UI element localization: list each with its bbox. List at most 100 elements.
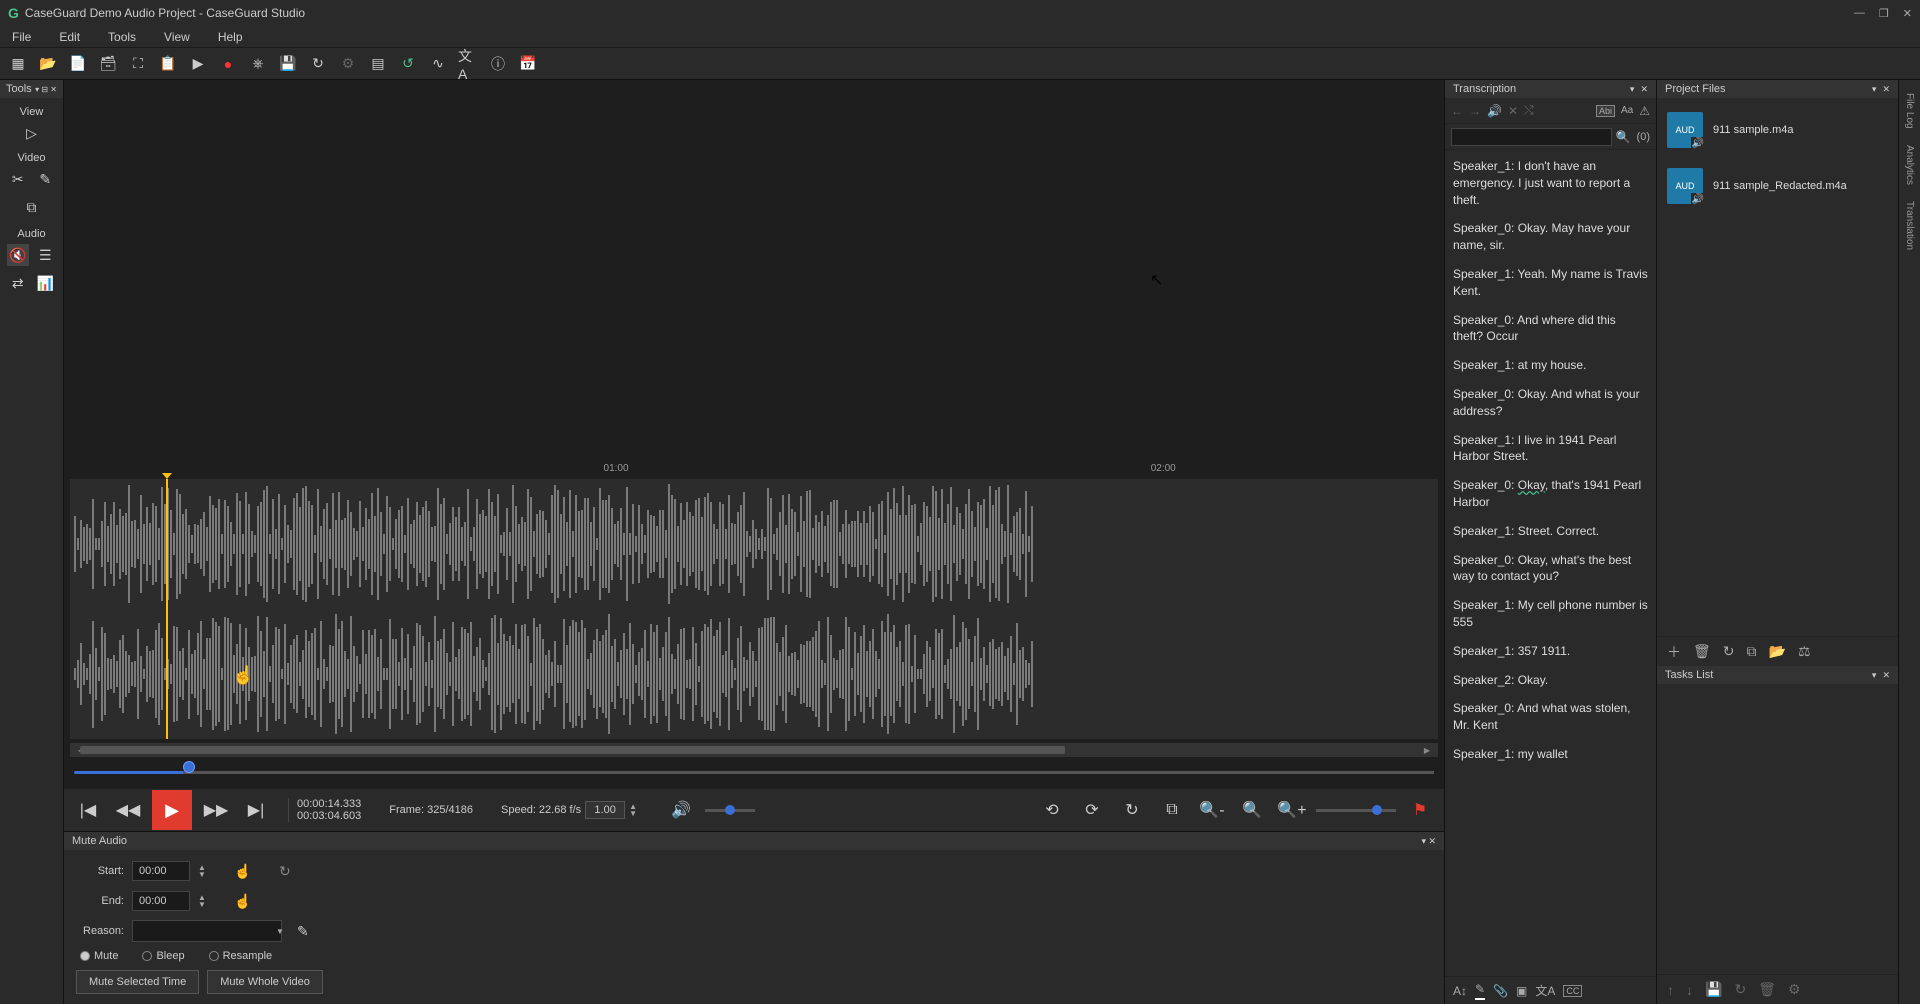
- files-dropdown-icon[interactable]: ▾: [1872, 84, 1877, 95]
- transcription-entry[interactable]: Speaker_1: my wallet: [1453, 746, 1648, 763]
- open-folder-icon[interactable]: 📂: [1769, 643, 1786, 660]
- end-spinner[interactable]: ▲▼: [198, 894, 206, 908]
- rail-translation[interactable]: Translation: [1903, 196, 1916, 255]
- chart-tool-icon[interactable]: 📊: [34, 272, 56, 294]
- minimize-button[interactable]: —: [1854, 7, 1865, 20]
- play-circle-icon[interactable]: ▶: [188, 54, 208, 74]
- task-save-icon[interactable]: 💾: [1705, 981, 1722, 998]
- start-time-input[interactable]: [132, 861, 190, 881]
- record-icon[interactable]: ●: [218, 54, 238, 74]
- cut-tool-icon[interactable]: ✂: [7, 168, 29, 190]
- tasks-dropdown-icon[interactable]: ▾: [1872, 670, 1877, 681]
- radio-resample[interactable]: Resample: [209, 950, 273, 962]
- archive-icon[interactable]: 🗃: [98, 54, 118, 74]
- calendar-icon[interactable]: 📅: [518, 54, 538, 74]
- translate-icon[interactable]: 文A: [458, 54, 478, 74]
- flag-icon[interactable]: ⚑: [1404, 794, 1436, 826]
- font-case-icon[interactable]: Aa: [1621, 105, 1633, 116]
- task-history-icon[interactable]: ↻: [1734, 981, 1746, 998]
- nav-fwd-icon[interactable]: ⟳: [1076, 794, 1108, 826]
- step-forward-button[interactable]: ▶▶: [200, 794, 232, 826]
- seek-slider[interactable]: [74, 765, 1434, 781]
- nav-back-icon[interactable]: ⟲: [1036, 794, 1068, 826]
- menu-view[interactable]: View: [164, 30, 190, 44]
- start-pointer-icon[interactable]: ☝: [232, 860, 254, 882]
- copy-file-icon[interactable]: ⧉: [1747, 643, 1757, 660]
- trans-shuffle-icon[interactable]: ⤭: [1524, 103, 1534, 118]
- trans-back-icon[interactable]: ←: [1451, 104, 1463, 118]
- tools-panel-header[interactable]: Tools ▾ ⊟ ✕: [0, 80, 63, 98]
- footer-pin-icon[interactable]: ▣: [1516, 984, 1527, 998]
- open-folder-icon[interactable]: 📂: [38, 54, 58, 74]
- timeline-ruler[interactable]: 01:00 02:00: [70, 463, 1438, 479]
- file-item[interactable]: AUD🔊911 sample_Redacted.m4a: [1661, 158, 1894, 214]
- rail-file-log[interactable]: File Log: [1903, 88, 1916, 134]
- abc-icon[interactable]: Abi: [1596, 105, 1615, 117]
- mute-whole-button[interactable]: Mute Whole Video: [207, 970, 323, 994]
- transcription-search-input[interactable]: [1451, 128, 1612, 146]
- disk-icon[interactable]: 💾: [278, 54, 298, 74]
- equalizer-tool-icon[interactable]: ☰: [34, 244, 56, 266]
- transcription-entry[interactable]: Speaker_0: Okay. May have your name, sir…: [1453, 220, 1648, 254]
- collapse-icon[interactable]: ▾ ⊟ ✕: [35, 85, 57, 94]
- scroll-thumb[interactable]: [80, 746, 1065, 754]
- document-icon[interactable]: ▤: [368, 54, 388, 74]
- brush-tool-icon[interactable]: ✎: [34, 168, 56, 190]
- speed-spinner[interactable]: ▲▼: [629, 803, 637, 817]
- tasks-close-icon[interactable]: ✕: [1882, 670, 1890, 681]
- transcription-entry[interactable]: Speaker_0: And what was stolen, Mr. Kent: [1453, 700, 1648, 734]
- footer-attach-icon[interactable]: 📎: [1493, 984, 1508, 998]
- swap-tool-icon[interactable]: ⇄: [7, 272, 29, 294]
- files-close-icon[interactable]: ✕: [1882, 84, 1890, 95]
- start-reload-icon[interactable]: ↻: [274, 860, 296, 882]
- seek-thumb[interactable]: [183, 761, 195, 773]
- transcription-entry[interactable]: Speaker_1: Yeah. My name is Travis Kent.: [1453, 266, 1648, 300]
- volume-icon[interactable]: 🔊: [665, 794, 697, 826]
- delete-file-icon[interactable]: 🗑: [1693, 643, 1711, 660]
- footer-highlight-icon[interactable]: ✎: [1475, 982, 1485, 1000]
- task-settings-icon[interactable]: ⚙: [1788, 981, 1801, 998]
- skip-end-button[interactable]: ▶|: [240, 794, 272, 826]
- transcription-entry[interactable]: Speaker_1: I live in 1941 Pearl Harbor S…: [1453, 432, 1648, 466]
- transcription-entry[interactable]: Speaker_0: Okay. And what is your addres…: [1453, 386, 1648, 420]
- history-icon[interactable]: ↻: [308, 54, 328, 74]
- transcription-entry[interactable]: Speaker_1: Street. Correct.: [1453, 523, 1648, 540]
- start-spinner[interactable]: ▲▼: [198, 864, 206, 878]
- zoom-in-icon[interactable]: 🔍+: [1276, 794, 1308, 826]
- footer-text-icon[interactable]: A↕: [1453, 984, 1467, 998]
- crop-tool-icon[interactable]: ⧉: [21, 196, 43, 218]
- task-up-icon[interactable]: ↑: [1667, 982, 1674, 998]
- zoom-slider[interactable]: [1316, 809, 1396, 812]
- warning-icon[interactable]: ⚠: [1639, 104, 1650, 118]
- radio-bleep[interactable]: Bleep: [142, 950, 184, 962]
- refresh-files-icon[interactable]: ↻: [1723, 643, 1735, 660]
- sync-icon[interactable]: ↺: [398, 54, 418, 74]
- waveform-scrollbar[interactable]: ◀ ▶: [70, 743, 1438, 757]
- end-time-input[interactable]: [132, 891, 190, 911]
- clipboard-icon[interactable]: 📋: [158, 54, 178, 74]
- close-button[interactable]: ✕: [1903, 7, 1912, 20]
- menu-edit[interactable]: Edit: [59, 30, 80, 44]
- play-button[interactable]: ▶: [152, 790, 192, 830]
- footer-cc-icon[interactable]: CC: [1563, 985, 1582, 997]
- mute-tool-icon[interactable]: 🔇: [7, 244, 29, 266]
- end-pointer-icon[interactable]: ☝: [232, 890, 254, 912]
- speed-input[interactable]: 1.00: [585, 801, 625, 819]
- add-file-icon[interactable]: ＋: [1667, 642, 1681, 662]
- transcription-entry[interactable]: Speaker_0: Okay, what's the best way to …: [1453, 552, 1648, 586]
- waveform-display[interactable]: [70, 479, 1438, 739]
- step-back-button[interactable]: ◀◀: [112, 794, 144, 826]
- trans-fwd-icon[interactable]: →: [1469, 104, 1481, 118]
- accessibility-icon[interactable]: ⓘ: [488, 54, 508, 74]
- trans-dropdown-icon[interactable]: ▾: [1630, 84, 1635, 95]
- analytics-icon[interactable]: ∿: [428, 54, 448, 74]
- copy-icon[interactable]: ⧉: [1156, 794, 1188, 826]
- zoom-reset-icon[interactable]: 🔍: [1236, 794, 1268, 826]
- menu-tools[interactable]: Tools: [108, 30, 136, 44]
- mute-selected-button[interactable]: Mute Selected Time: [76, 970, 199, 994]
- file-item[interactable]: AUD🔊911 sample.m4a: [1661, 102, 1894, 158]
- task-down-icon[interactable]: ↓: [1686, 982, 1693, 998]
- reason-select[interactable]: [132, 920, 282, 942]
- skip-start-button[interactable]: |◀: [72, 794, 104, 826]
- play-tool-icon[interactable]: ▷: [21, 122, 43, 144]
